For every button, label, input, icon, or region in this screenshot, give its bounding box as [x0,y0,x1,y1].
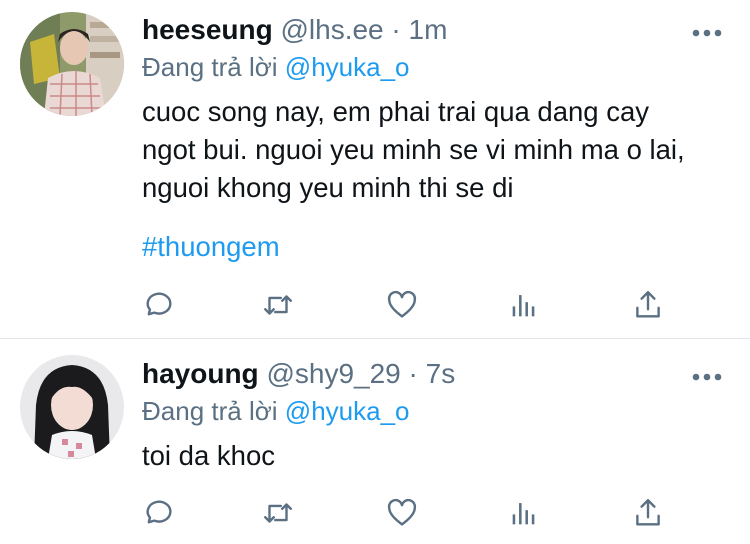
display-name[interactable]: hayoung [142,358,259,389]
like-icon[interactable] [384,495,420,531]
reply-icon[interactable] [140,495,176,531]
more-icon[interactable] [692,369,722,381]
action-bar [140,287,680,327]
tweet[interactable]: hayoung @shy9_29 · 7s Đang trả lời @hyuk… [0,339,750,544]
replying-to: Đang trả lời @hyuka_o [142,395,410,427]
mention-link[interactable]: @hyuka_o [285,52,410,82]
timestamp[interactable]: 7s [426,358,456,389]
tweet-header: hayoung @shy9_29 · 7s [142,357,455,391]
retweet-icon[interactable] [260,287,296,323]
display-name[interactable]: heeseung [142,14,273,45]
analytics-icon[interactable] [506,495,542,531]
tweet-header: heeseung @lhs.ee · 1m [142,13,447,47]
reply-icon[interactable] [140,287,176,323]
action-bar [140,495,680,535]
tweet[interactable]: heeseung @lhs.ee · 1m Đang trả lời @hyuk… [0,0,750,338]
retweet-icon[interactable] [260,495,296,531]
username[interactable]: @shy9_29 [266,358,400,389]
like-icon[interactable] [384,287,420,323]
avatar[interactable] [20,355,124,459]
replying-to: Đang trả lời @hyuka_o [142,51,410,83]
tweet-text: toi da khoc [142,440,276,471]
separator: · [391,14,401,45]
username[interactable]: @lhs.ee [280,14,383,45]
share-icon[interactable] [630,287,666,323]
replying-to-label: Đang trả lời [142,52,278,82]
separator: · [408,358,418,389]
avatar[interactable] [20,12,124,116]
share-icon[interactable] [630,495,666,531]
mention-link[interactable]: @hyuka_o [285,396,410,426]
analytics-icon[interactable] [506,287,542,323]
tweet-text: cuoc song nay, em phai trai qua dang cay… [142,96,685,203]
more-icon[interactable] [692,25,722,37]
timestamp[interactable]: 1m [409,14,448,45]
replying-to-label: Đang trả lời [142,396,278,426]
hashtag-link[interactable]: #thuongem [142,230,280,264]
